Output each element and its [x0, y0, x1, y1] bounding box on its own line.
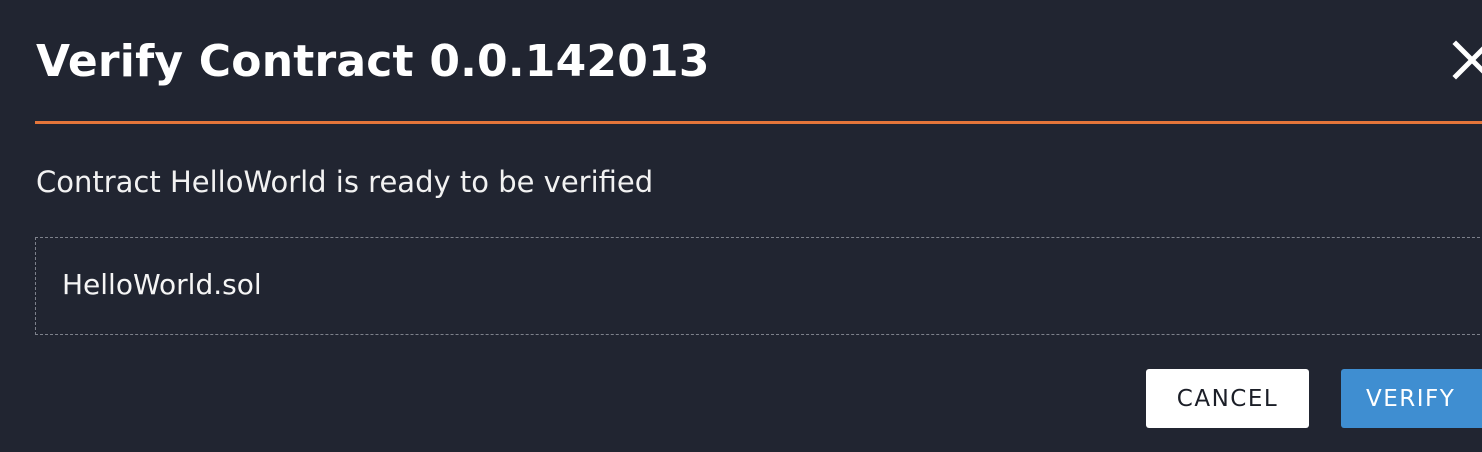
title-divider: [35, 121, 1482, 124]
verify-contract-dialog: Verify Contract 0.0.142013 Contract Hell…: [0, 0, 1482, 452]
close-icon: [1448, 36, 1482, 84]
ready-message: Contract HelloWorld is ready to be verif…: [36, 165, 654, 199]
cancel-button[interactable]: CANCEL: [1146, 369, 1309, 428]
file-dropzone[interactable]: HelloWorld.sol: [35, 237, 1482, 335]
close-button[interactable]: [1448, 36, 1482, 84]
file-name: HelloWorld.sol: [62, 268, 262, 301]
dialog-title: Verify Contract 0.0.142013: [36, 36, 710, 87]
verify-button[interactable]: VERIFY: [1341, 369, 1482, 428]
